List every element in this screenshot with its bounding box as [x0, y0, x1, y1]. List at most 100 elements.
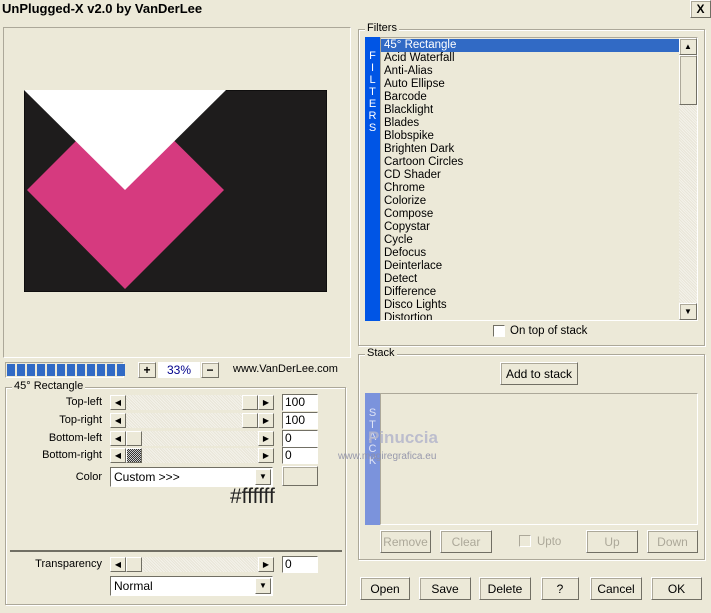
zoom-out-button[interactable]: −: [201, 362, 219, 378]
filter-item[interactable]: Disco Lights: [381, 299, 679, 312]
cancel-button[interactable]: Cancel: [590, 577, 642, 600]
param-label: Bottom-left: [48, 432, 102, 444]
param-label: Bottom-right: [42, 449, 102, 461]
param-input[interactable]: 0: [282, 430, 318, 447]
stack-group-title: Stack: [365, 347, 397, 359]
blend-mode-select[interactable]: Normal ▼: [110, 576, 273, 596]
filter-item[interactable]: Auto Ellipse: [381, 78, 679, 91]
scroll-up-icon[interactable]: ▲: [679, 38, 697, 55]
filter-item[interactable]: Blobspike: [381, 130, 679, 143]
arrow-left-icon[interactable]: ◀: [110, 557, 126, 572]
progress-block: [27, 364, 35, 376]
progress-block: [57, 364, 65, 376]
on-top-label: On top of stack: [510, 325, 588, 337]
transparency-slider[interactable]: ◀ ▶: [110, 557, 274, 572]
save-button[interactable]: Save: [419, 577, 471, 600]
param-slider[interactable]: ◀ ▶: [110, 413, 274, 428]
filter-item[interactable]: Acid Waterfall: [381, 52, 679, 65]
arrow-left-icon[interactable]: ◀: [110, 431, 126, 446]
progress-block: [97, 364, 105, 376]
filter-item[interactable]: Chrome: [381, 182, 679, 195]
website-link[interactable]: www.VanDerLee.com: [233, 363, 338, 375]
slider-thumb[interactable]: [242, 413, 258, 428]
up-button[interactable]: Up: [586, 530, 638, 553]
slider-thumb[interactable]: [242, 395, 258, 410]
arrow-right-icon[interactable]: ▶: [258, 557, 274, 572]
arrow-right-icon[interactable]: ▶: [258, 448, 274, 463]
progress-block: [17, 364, 25, 376]
separator: [10, 550, 342, 552]
filter-item[interactable]: Cartoon Circles: [381, 156, 679, 169]
progress-block: [47, 364, 55, 376]
preview-panel: [3, 27, 351, 358]
filter-item[interactable]: Barcode: [381, 91, 679, 104]
transparency-input[interactable]: 0: [282, 556, 318, 573]
zoom-in-button[interactable]: +: [138, 362, 156, 378]
progress-block: [117, 364, 125, 376]
add-to-stack-button[interactable]: Add to stack: [500, 362, 578, 385]
arrow-left-icon[interactable]: ◀: [110, 413, 126, 428]
param-input[interactable]: 0: [282, 447, 318, 464]
filters-strip: FILTERS: [365, 37, 380, 321]
arrow-right-icon[interactable]: ▶: [258, 431, 274, 446]
filter-item[interactable]: Anti-Alias: [381, 65, 679, 78]
delete-button[interactable]: Delete: [479, 577, 531, 600]
upto-checkbox[interactable]: [519, 535, 531, 547]
scroll-thumb[interactable]: [679, 55, 697, 105]
color-swatch[interactable]: [282, 466, 318, 486]
remove-button[interactable]: Remove: [380, 530, 431, 553]
filter-item[interactable]: Copystar: [381, 221, 679, 234]
filter-item[interactable]: Defocus: [381, 247, 679, 260]
filter-item[interactable]: CD Shader: [381, 169, 679, 182]
param-slider[interactable]: ◀ ▶: [110, 431, 274, 446]
filter-item[interactable]: Blades: [381, 117, 679, 130]
filters-group-title: Filters: [365, 22, 399, 34]
progress-block: [107, 364, 115, 376]
window-title: UnPlugged-X v2.0 by VanDerLee: [2, 1, 203, 16]
filter-item[interactable]: Difference: [381, 286, 679, 299]
filter-item[interactable]: Distortion: [381, 312, 679, 320]
open-button[interactable]: Open: [360, 577, 410, 600]
filter-item[interactable]: Deinterlace: [381, 260, 679, 273]
color-select[interactable]: Custom >>> ▼: [110, 467, 273, 487]
close-button[interactable]: X: [690, 0, 711, 18]
blend-mode-value: Normal: [114, 579, 153, 593]
slider-thumb[interactable]: [126, 557, 142, 572]
slider-thumb[interactable]: [126, 431, 142, 446]
progress-block: [37, 364, 45, 376]
arrow-right-icon[interactable]: ▶: [258, 395, 274, 410]
on-top-checkbox[interactable]: [493, 325, 505, 337]
down-button[interactable]: Down: [647, 530, 698, 553]
param-input[interactable]: 100: [282, 412, 318, 429]
clear-button[interactable]: Clear: [440, 530, 492, 553]
chevron-down-icon[interactable]: ▼: [255, 578, 271, 594]
filter-item[interactable]: Colorize: [381, 195, 679, 208]
param-slider[interactable]: ◀ ▶: [110, 395, 274, 410]
ok-button[interactable]: OK: [651, 577, 702, 600]
param-input[interactable]: 100: [282, 394, 318, 411]
filter-item[interactable]: 45° Rectangle: [381, 39, 679, 52]
watermark-url: www.magiregrafica.eu: [338, 451, 437, 462]
slider-thumb[interactable]: [126, 448, 142, 463]
scroll-down-icon[interactable]: ▼: [679, 303, 697, 320]
arrow-left-icon[interactable]: ◀: [110, 448, 126, 463]
chevron-down-icon[interactable]: ▼: [255, 469, 271, 485]
filter-item[interactable]: Cycle: [381, 234, 679, 247]
filter-item[interactable]: Detect: [381, 273, 679, 286]
filter-item[interactable]: Compose: [381, 208, 679, 221]
arrow-right-icon[interactable]: ▶: [258, 413, 274, 428]
color-select-value: Custom >>>: [114, 470, 180, 484]
param-slider[interactable]: ◀ ▶: [110, 448, 274, 463]
color-label: Color: [75, 471, 102, 483]
filters-list[interactable]: 45° Rectangle Acid Waterfall Anti-Alias Aut…: [380, 37, 698, 321]
filter-item[interactable]: Blacklight: [381, 104, 679, 117]
progress-block: [87, 364, 95, 376]
help-button[interactable]: ?: [541, 577, 579, 600]
color-hex: #ffffff: [230, 485, 275, 508]
watermark: Pinuccia: [368, 428, 438, 447]
arrow-left-icon[interactable]: ◀: [110, 395, 126, 410]
filter-item[interactable]: Brighten Dark: [381, 143, 679, 156]
filters-scrollbar[interactable]: ▲ ▼: [679, 38, 697, 320]
progress-bar: [5, 362, 125, 378]
zoom-level: 33%: [158, 362, 200, 378]
